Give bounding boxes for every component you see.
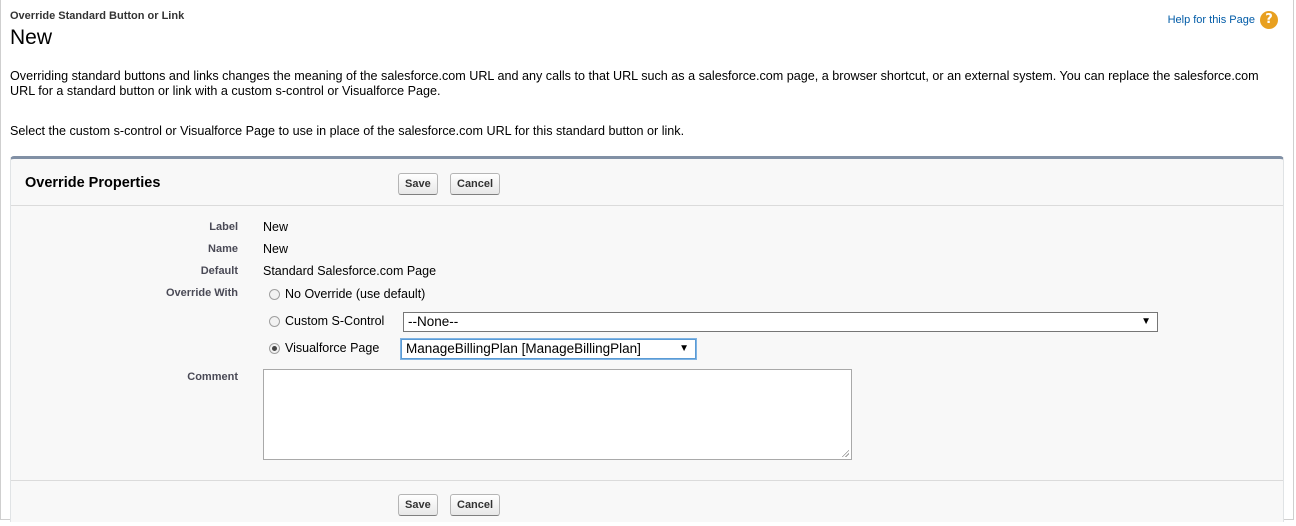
chevron-down-icon: ▼ (679, 343, 689, 354)
help-link-container[interactable]: Help for this Page ? (1168, 11, 1278, 29)
select-value: ManageBillingPlan [ManageBillingPlan] (406, 341, 641, 356)
comment-textarea[interactable] (263, 369, 852, 460)
section-title: Override Properties (25, 175, 161, 191)
chevron-down-icon: ▼ (1141, 316, 1151, 327)
cancel-button[interactable]: Cancel (450, 173, 501, 195)
save-button-bottom[interactable]: Save (398, 494, 438, 516)
description-paragraph: Overriding standard buttons and links ch… (10, 69, 1259, 98)
radio-label: No Override (use default) (285, 287, 426, 301)
override-with-label: Override With (165, 287, 238, 299)
comment-label: Comment (187, 371, 238, 383)
override-properties-section: Override Properties Save Cancel Label Ne… (10, 156, 1284, 522)
default-field-label: Default (200, 265, 238, 277)
select-value: --None-- (408, 314, 459, 329)
page-title: New (10, 26, 53, 49)
radio-no-override[interactable]: No Override (use default) (269, 287, 425, 301)
radio-button[interactable] (269, 288, 280, 300)
page-type: Override Standard Button or Link (10, 10, 185, 22)
help-icon[interactable]: ? (1260, 11, 1278, 29)
cancel-button-bottom[interactable]: Cancel (450, 494, 501, 516)
radio-button[interactable] (269, 315, 280, 327)
name-field-label: Name (208, 243, 238, 255)
s-control-select[interactable]: --None-- ▼ (403, 312, 1158, 332)
radio-button-checked[interactable] (269, 342, 280, 354)
default-field-value: Standard Salesforce.com Page (263, 264, 437, 278)
radio-custom-s-control[interactable]: Custom S-Control (269, 314, 384, 328)
help-link[interactable]: Help for this Page (1168, 14, 1255, 26)
name-field-value: New (263, 242, 289, 256)
radio-label: Custom S-Control (285, 314, 385, 328)
resize-grip-icon[interactable] (841, 449, 849, 457)
visualforce-page-select[interactable]: ManageBillingPlan [ManageBillingPlan] ▼ (401, 339, 696, 359)
radio-label: Visualforce Page (285, 341, 380, 355)
radio-visualforce-page[interactable]: Visualforce Page (269, 341, 379, 355)
section-header: Override Properties Save Cancel (11, 159, 1283, 206)
label-field-value: New (263, 220, 289, 234)
label-field-label: Label (209, 221, 238, 233)
section-footer (11, 480, 1283, 526)
instruction-paragraph: Select the custom s-control or Visualfor… (10, 124, 685, 138)
save-button[interactable]: Save (398, 173, 438, 195)
